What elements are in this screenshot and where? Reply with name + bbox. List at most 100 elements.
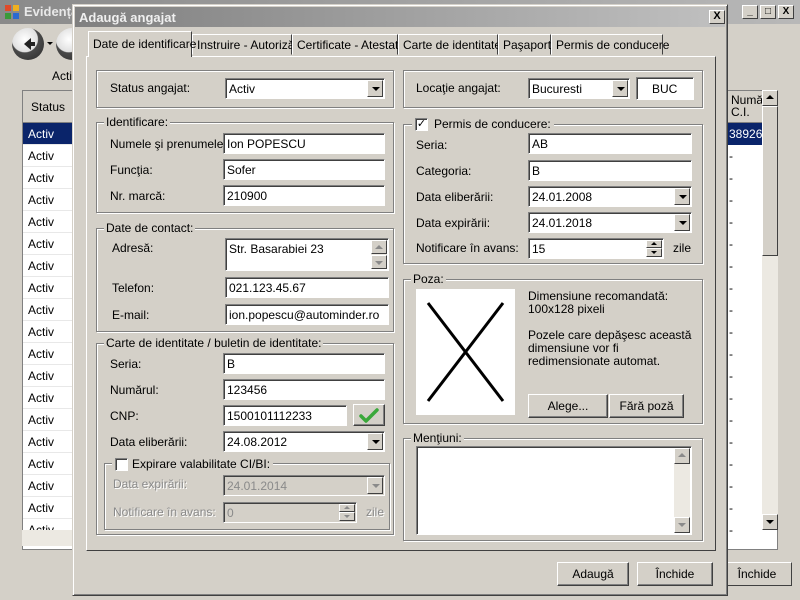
grid-header-status[interactable]: Status: [23, 91, 77, 123]
grid-rows: Activ Activ Activ Activ Activ Activ Activ Activ…: [23, 123, 77, 541]
chevron-down-icon[interactable]: [612, 80, 628, 97]
validate-cnp-button[interactable]: [353, 404, 385, 426]
tab-identification[interactable]: Date de identificare: [88, 31, 196, 57]
function-input[interactable]: Sofer: [223, 159, 385, 180]
license-check-label[interactable]: Permis de conducere:: [434, 117, 551, 131]
parent-tab-label[interactable]: Acti: [52, 69, 72, 83]
license-series-input[interactable]: AB: [528, 133, 692, 154]
badge-input[interactable]: 210900: [223, 185, 385, 206]
scroll-thumb[interactable]: [762, 106, 778, 256]
chevron-down-icon[interactable]: [674, 214, 690, 231]
cnp-input[interactable]: 1500101112233: [223, 405, 347, 426]
status-value: Activ: [229, 82, 256, 96]
table-row[interactable]: Activ: [23, 167, 77, 189]
location-code-field[interactable]: BUC: [636, 77, 694, 100]
maximize-button[interactable]: □: [760, 5, 776, 19]
table-row[interactable]: Activ: [23, 431, 77, 453]
table-row[interactable]: Activ: [23, 255, 77, 277]
id-series-label: Seria:: [110, 357, 142, 371]
table-row[interactable]: Activ: [23, 365, 77, 387]
table-row[interactable]: Activ: [23, 409, 77, 431]
notes-textarea[interactable]: [416, 446, 692, 535]
tab-passport[interactable]: Paşaport: [498, 34, 551, 55]
table-row[interactable]: Activ: [23, 321, 77, 343]
address-scrollbar[interactable]: [371, 240, 387, 269]
name-input[interactable]: Ion POPESCU: [223, 133, 385, 154]
id-issue-date[interactable]: 24.08.2012: [223, 431, 385, 452]
license-expiry-label: Data expirării:: [416, 216, 491, 230]
table-row[interactable]: Activ: [23, 211, 77, 233]
no-photo-icon: [426, 302, 505, 402]
tab-id-card[interactable]: Carte de identitate: [398, 34, 501, 55]
parent-close-dialog-button[interactable]: Închide: [722, 562, 792, 586]
license-issue-label: Data eliberării:: [416, 190, 494, 204]
address-label: Adresă:: [112, 241, 154, 255]
chevron-down-icon[interactable]: [367, 80, 383, 97]
table-row[interactable]: Activ: [23, 233, 77, 255]
dialog-close-button[interactable]: X: [709, 10, 725, 24]
scroll-down-icon[interactable]: [371, 255, 387, 269]
photo-preview[interactable]: [416, 289, 515, 415]
id-issue-value: 24.08.2012: [227, 435, 288, 449]
table-row[interactable]: Activ: [23, 387, 77, 409]
function-label: Funcţia:: [110, 163, 153, 177]
table-row[interactable]: Activ: [23, 277, 77, 299]
phone-input[interactable]: 021.123.45.67: [225, 277, 389, 298]
parent-close-button[interactable]: X: [778, 5, 794, 19]
parent-grid-hscrollbar[interactable]: [22, 530, 78, 546]
scroll-up-icon[interactable]: [674, 448, 690, 464]
table-row[interactable]: Activ: [23, 475, 77, 497]
back-dropdown-icon[interactable]: [47, 42, 53, 45]
table-row[interactable]: Activ: [23, 343, 77, 365]
id-expiry-check-label[interactable]: Expirare valabilitate CI/BI:: [132, 457, 270, 471]
email-label: E-mail:: [112, 308, 150, 322]
table-row[interactable]: Activ: [23, 145, 77, 167]
badge-label: Nr. marcă:: [110, 189, 166, 203]
minimize-button[interactable]: _: [742, 5, 758, 19]
spinner-icon[interactable]: [646, 240, 662, 257]
table-row[interactable]: Activ: [23, 497, 77, 519]
license-expiry-value: 24.01.2018: [532, 216, 593, 230]
close-button[interactable]: Închide: [637, 562, 713, 586]
id-series-input[interactable]: B: [223, 353, 385, 374]
tab-certificates[interactable]: Certificate - Atestate: [292, 34, 405, 55]
license-checkbox[interactable]: ✓: [415, 117, 428, 131]
choose-photo-button[interactable]: Alege...: [528, 394, 608, 418]
add-button[interactable]: Adaugă: [557, 562, 629, 586]
id-number-input[interactable]: 123456: [223, 379, 385, 400]
no-photo-button[interactable]: Fără poză: [609, 394, 684, 418]
id-notify-spinner: 0: [223, 502, 357, 523]
notes-scrollbar[interactable]: [674, 448, 690, 533]
status-select[interactable]: Activ: [225, 78, 385, 99]
cnp-label: CNP:: [110, 409, 139, 423]
photo-title: Poza:: [411, 272, 446, 286]
location-select[interactable]: Bucuresti: [528, 78, 630, 99]
license-issue-date[interactable]: 24.01.2008: [528, 186, 692, 207]
table-row[interactable]: Activ: [23, 299, 77, 321]
scroll-down-icon[interactable]: [762, 514, 778, 530]
license-category-input[interactable]: B: [528, 160, 692, 181]
scroll-down-icon[interactable]: [674, 517, 690, 533]
back-button[interactable]: [12, 28, 44, 60]
id-expiry-date: 24.01.2014: [223, 475, 385, 496]
scroll-up-icon[interactable]: [371, 240, 387, 254]
contact-title: Date de contact:: [104, 221, 196, 235]
license-notify-spinner[interactable]: 15: [528, 238, 664, 259]
chevron-down-icon[interactable]: [674, 188, 690, 205]
dialog-titlebar: Adaugă angajat X: [75, 7, 725, 27]
table-row[interactable]: Activ: [23, 123, 77, 145]
table-row[interactable]: Activ: [23, 189, 77, 211]
scroll-up-icon[interactable]: [762, 90, 778, 106]
email-input[interactable]: ion.popescu@autominder.ro: [225, 304, 389, 325]
id-expiry-checkbox[interactable]: [115, 457, 128, 471]
photo-resize-text: Pozele care depăşesc această dimensiune …: [528, 328, 692, 368]
tab-training[interactable]: Instruire - Autorizări: [192, 34, 301, 55]
address-input[interactable]: Str. Basarabiei 23: [225, 238, 389, 271]
parent-grid-scrollbar[interactable]: [762, 90, 778, 530]
license-expiry-date[interactable]: 24.01.2018: [528, 212, 692, 233]
employees-grid[interactable]: Status Activ Activ Activ Activ Activ Activ Act…: [22, 90, 78, 550]
table-row[interactable]: Activ: [23, 453, 77, 475]
tab-driving-license[interactable]: Permis de conducere: [551, 34, 669, 55]
chevron-down-icon[interactable]: [367, 433, 383, 450]
id-expiry-value: 24.01.2014: [227, 479, 288, 493]
